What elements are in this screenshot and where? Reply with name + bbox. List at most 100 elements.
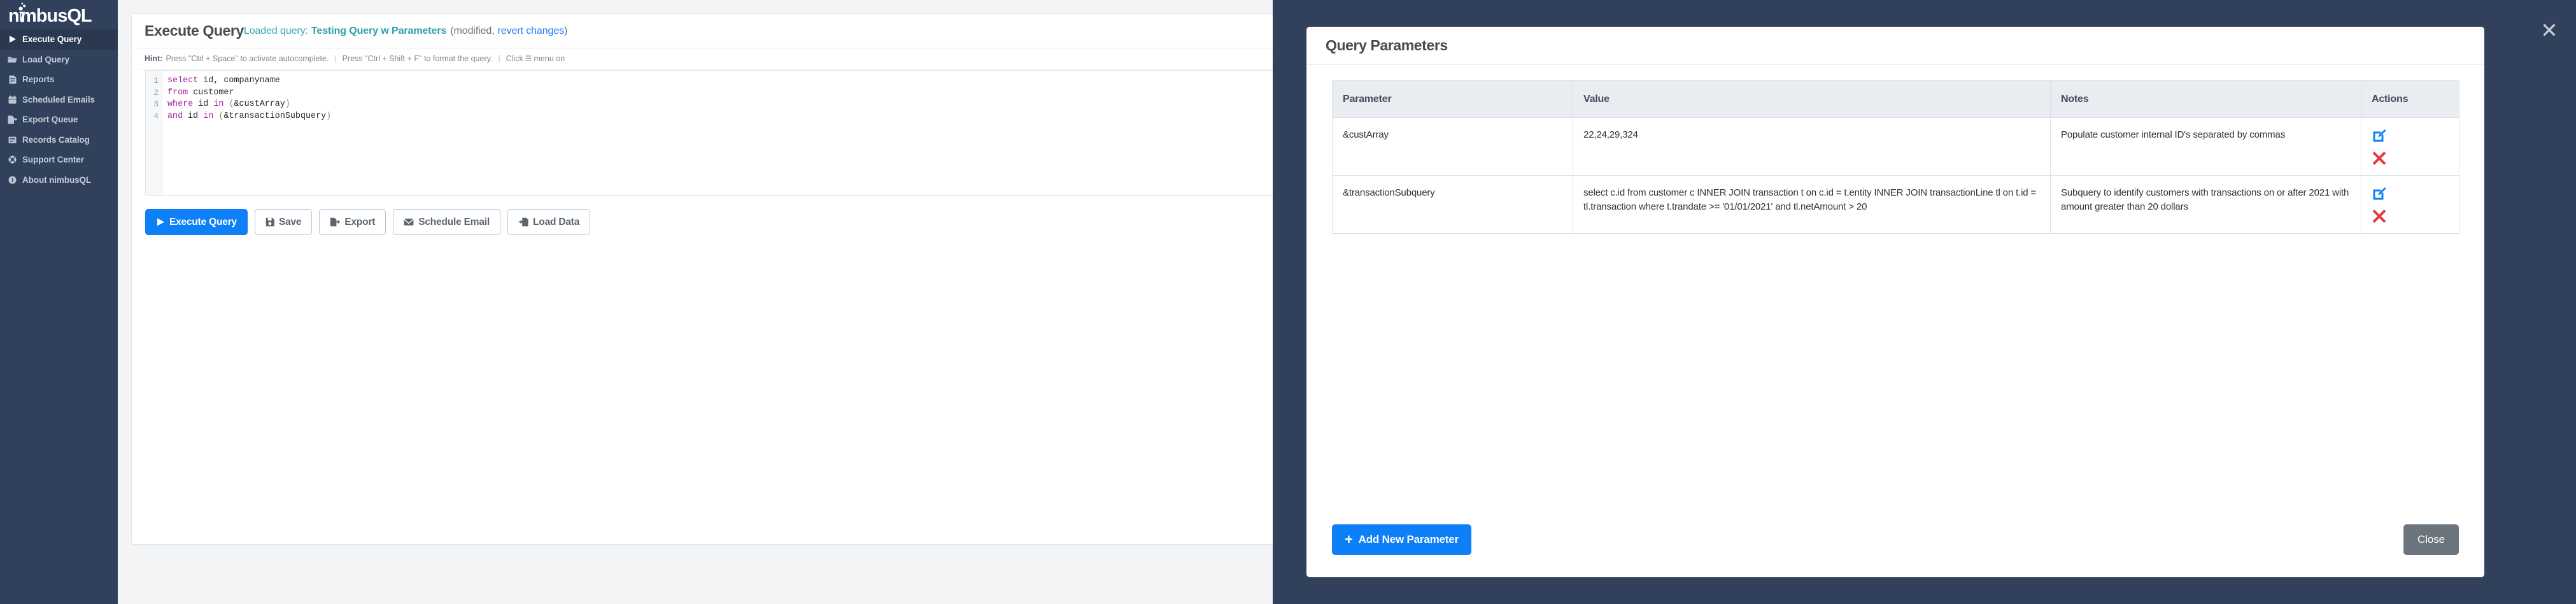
delete-icon[interactable] — [2372, 208, 2387, 223]
button-label: Add New Parameter — [1358, 533, 1459, 545]
table-row: &transactionSubquery select c.id from cu… — [1332, 175, 2459, 234]
hint-text-2: Press "Ctrl + Shift + F" to format the q… — [342, 54, 493, 63]
svg-text:mbusQL: mbusQL — [20, 6, 92, 26]
play-icon — [156, 217, 165, 227]
sidebar-item-label: Load Query — [22, 54, 70, 64]
modified-label: modified, — [453, 25, 495, 36]
modal-body: Parameter Value Notes Actions &custArray… — [1306, 65, 2484, 234]
column-header-notes: Notes — [2050, 80, 2361, 118]
line-number: 3 — [153, 99, 159, 110]
sidebar-item-about[interactable]: About nimbusQL — [0, 170, 118, 191]
button-label: Export — [344, 216, 376, 227]
sidebar-item-label: Export Queue — [22, 115, 78, 125]
sidebar-nav: Execute Query Load Query Reports Schedul… — [0, 29, 118, 190]
loaded-query-name[interactable]: Testing Query w Parameters — [311, 25, 446, 37]
play-icon — [8, 35, 17, 43]
sidebar-item-label: Execute Query — [22, 34, 82, 45]
column-header-parameter: Parameter — [1332, 80, 1573, 118]
file-export-icon — [8, 115, 17, 124]
sidebar-item-reports[interactable]: Reports — [0, 69, 118, 90]
line-number: 1 — [153, 76, 159, 85]
load-data-icon — [518, 217, 528, 227]
cell-notes: Populate customer internal ID's separate… — [2050, 117, 2361, 176]
query-parameters-modal: Query Parameters Parameter Value Notes A… — [1306, 27, 2484, 577]
sidebar-item-scheduled-emails[interactable]: Scheduled Emails — [0, 90, 118, 110]
cell-parameter: &transactionSubquery — [1332, 175, 1573, 234]
execute-query-button[interactable]: Execute Query — [145, 209, 248, 235]
row-action-group — [2372, 128, 2449, 165]
close-button[interactable]: Close — [2403, 524, 2459, 555]
button-label: Save — [278, 216, 302, 227]
plus-icon: + — [1345, 531, 1353, 547]
brand-logo: n mbusQL — [8, 2, 111, 27]
sidebar-item-export-queue[interactable]: Export Queue — [0, 110, 118, 130]
sidebar: n mbusQL Execute Query Load Query Report… — [0, 0, 118, 604]
table-header-row: Parameter Value Notes Actions — [1332, 80, 2459, 118]
sidebar-item-label: Reports — [22, 75, 55, 85]
sidebar-item-support-center[interactable]: Support Center — [0, 150, 118, 170]
column-header-actions: Actions — [2361, 80, 2459, 118]
loaded-query-prefix: Loaded query: — [243, 25, 308, 36]
document-icon — [8, 75, 17, 84]
button-label: Execute Query — [169, 216, 237, 227]
cell-notes: Subquery to identify customers with tran… — [2050, 175, 2361, 234]
editor-toolbar: Execute Query Save Export Schedule Email… — [145, 209, 591, 235]
app-root: n mbusQL Execute Query Load Query Report… — [0, 0, 2576, 604]
brand[interactable]: n mbusQL — [0, 0, 118, 29]
modified-close-paren: ) — [564, 25, 568, 36]
edit-icon[interactable] — [2372, 128, 2387, 143]
edit-icon[interactable] — [2372, 186, 2387, 201]
parameters-table: Parameter Value Notes Actions &custArray… — [1332, 80, 2459, 234]
sidebar-item-records-catalog[interactable]: Records Catalog — [0, 130, 118, 150]
page-title: Execute Query — [145, 22, 244, 39]
database-icon — [8, 136, 17, 144]
hint-separator-2: | — [498, 54, 500, 63]
hint-separator-1: | — [334, 54, 337, 63]
load-data-button[interactable]: Load Data — [507, 209, 591, 235]
editor-gutter: 1 2 3 4 — [146, 71, 162, 195]
button-label: Schedule Email — [418, 216, 490, 227]
close-icon[interactable]: ✕ — [2538, 19, 2560, 41]
schedule-email-button[interactable]: Schedule Email — [393, 209, 501, 235]
line-number: 2 — [153, 87, 159, 97]
sidebar-item-label: About nimbusQL — [22, 175, 92, 185]
hamburger-menu-icon: ☰ — [525, 54, 532, 63]
delete-icon[interactable] — [2372, 150, 2387, 165]
modal-header: Query Parameters — [1306, 27, 2484, 65]
hint-text-1: Press "Ctrl + Space" to activate autocom… — [166, 54, 329, 63]
info-icon — [8, 176, 17, 184]
sidebar-item-label: Scheduled Emails — [22, 94, 95, 104]
row-action-group — [2372, 186, 2449, 223]
sidebar-item-label: Records Catalog — [22, 134, 90, 145]
envelope-icon — [404, 218, 414, 226]
lifebuoy-icon — [8, 155, 17, 164]
sidebar-item-load-query[interactable]: Load Query — [0, 50, 118, 70]
hint-label: Hint: — [145, 54, 163, 63]
calendar-icon — [8, 95, 17, 104]
folder-open-icon — [8, 55, 17, 64]
modal-footer: + Add New Parameter Close — [1306, 502, 2484, 577]
export-button[interactable]: Export — [319, 209, 386, 235]
cell-actions — [2361, 175, 2459, 234]
svg-text:n: n — [8, 6, 19, 26]
column-header-value: Value — [1573, 80, 2051, 118]
line-number: 4 — [153, 111, 159, 121]
save-icon — [265, 217, 274, 227]
cell-value: 22,24,29,324 — [1573, 117, 2051, 176]
revert-changes-link[interactable]: revert changes — [498, 25, 565, 37]
flask-icon: n mbusQL — [8, 3, 92, 26]
button-label: Load Data — [533, 216, 580, 227]
hint-text-3-pre: Click — [506, 54, 523, 63]
hint-text-3-post: menu on — [534, 54, 565, 63]
table-row: &custArray 22,24,29,324 Populate custome… — [1332, 117, 2459, 176]
table-body: &custArray 22,24,29,324 Populate custome… — [1332, 117, 2459, 234]
table-head: Parameter Value Notes Actions — [1332, 80, 2459, 118]
add-new-parameter-button[interactable]: + Add New Parameter — [1332, 524, 1471, 555]
sidebar-item-execute-query[interactable]: Execute Query — [0, 29, 118, 50]
cell-value: select c.id from customer c INNER JOIN t… — [1573, 175, 2051, 234]
cell-actions — [2361, 117, 2459, 176]
save-button[interactable]: Save — [254, 209, 313, 235]
modal-title: Query Parameters — [1326, 37, 1448, 54]
file-export-icon — [330, 217, 341, 227]
cell-parameter: &custArray — [1332, 117, 1573, 176]
